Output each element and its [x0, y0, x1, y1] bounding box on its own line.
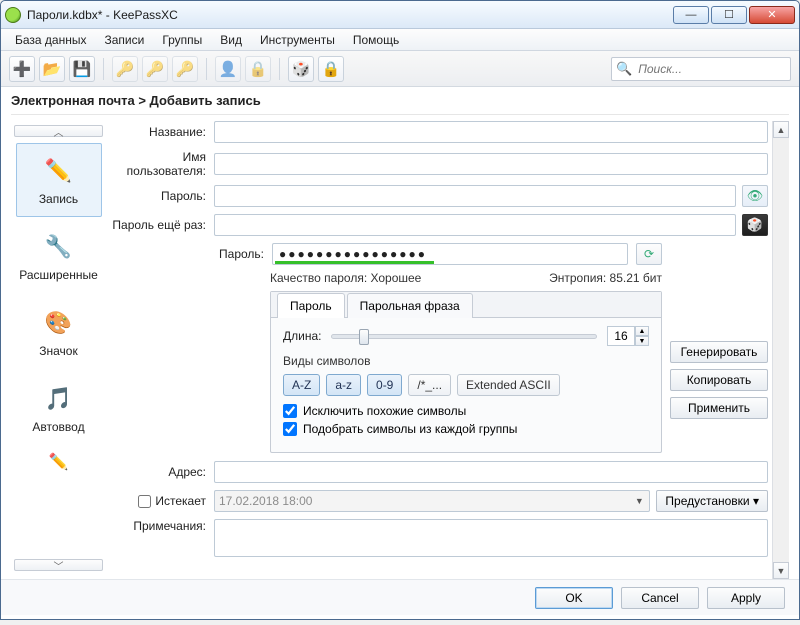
dice-icon: 🎲 — [747, 217, 763, 233]
strength-bar — [275, 261, 434, 264]
show-password-button[interactable]: 👁 — [742, 185, 768, 207]
apply-button[interactable]: Apply — [707, 587, 785, 609]
copy-button[interactable]: Копировать — [670, 369, 768, 391]
pencil-icon: ✏️ — [42, 452, 76, 472]
length-input[interactable] — [607, 326, 635, 346]
generator-button[interactable]: 🎲 — [288, 56, 314, 82]
menu-entries[interactable]: Записи — [96, 31, 152, 49]
cancel-button[interactable]: Cancel — [621, 587, 699, 609]
title-field[interactable] — [214, 121, 768, 143]
gen-password-label: Пароль: — [214, 247, 264, 261]
generate-password-button[interactable]: 🎲 — [742, 214, 768, 236]
notes-field[interactable] — [214, 519, 768, 557]
length-slider[interactable] — [331, 334, 597, 339]
scroll-down[interactable]: ▼ — [773, 562, 789, 579]
scroll-up[interactable]: ▲ — [773, 121, 789, 138]
length-label: Длина: — [283, 329, 321, 343]
search-input[interactable] — [638, 62, 795, 76]
generated-password-field[interactable]: ●●●●●●●●●●●●●●●● — [272, 243, 628, 265]
chevron-down-icon: ▼ — [631, 491, 647, 511]
menu-tools[interactable]: Инструменты — [252, 31, 343, 49]
dialog-footer: OK Cancel Apply — [1, 579, 799, 615]
toggle-digits[interactable]: 0-9 — [367, 374, 402, 396]
ok-button[interactable]: OK — [535, 587, 613, 609]
toggle-special[interactable]: /*_... — [408, 374, 451, 396]
password-label: Пароль: — [106, 189, 214, 203]
url-field[interactable] — [214, 461, 768, 483]
app-icon — [5, 7, 21, 23]
menu-groups[interactable]: Группы — [154, 31, 210, 49]
toggle-extended[interactable]: Extended ASCII — [457, 374, 560, 396]
username-label: Имя пользователя: — [106, 150, 214, 178]
tab-passphrase[interactable]: Парольная фраза — [347, 293, 473, 318]
toggle-upper[interactable]: A-Z — [283, 374, 320, 396]
palette-icon: 🎨 — [42, 306, 76, 340]
pencil-icon: ✏️ — [42, 154, 76, 188]
copy-user-button[interactable]: 👤 — [215, 56, 241, 82]
menu-database[interactable]: База данных — [7, 31, 94, 49]
maximize-button[interactable]: ☐ — [711, 6, 747, 24]
length-up[interactable]: ▲ — [635, 326, 649, 336]
wrench-icon: 🔧 — [42, 230, 76, 264]
entry-form: Название: Имя пользователя: Пароль: 👁 Па… — [106, 121, 772, 579]
exclude-lookalike-label: Исключить похожие символы — [303, 404, 466, 418]
generate-button[interactable]: Генерировать — [670, 341, 768, 363]
edit-entry-button[interactable]: 🔑 — [142, 56, 168, 82]
apply-gen-button[interactable]: Применить — [670, 397, 768, 419]
sidebar-item-icon[interactable]: 🎨 Значок — [16, 295, 102, 369]
lock-button[interactable]: 🔒 — [318, 56, 344, 82]
sidebar-scroll-down[interactable]: ﹀ — [14, 559, 103, 571]
sidebar-scroll-up[interactable]: ︿ — [14, 125, 103, 137]
expires-check[interactable] — [138, 495, 151, 508]
new-entry-button[interactable]: 🔑 — [112, 56, 138, 82]
vertical-scrollbar[interactable]: ▲ ▼ — [772, 121, 789, 579]
sidebar-item-autotype[interactable]: 🎵 Автоввод — [16, 371, 102, 445]
menu-bar: База данных Записи Группы Вид Инструмент… — [1, 29, 799, 51]
presets-button[interactable]: Предустановки ▾ — [656, 490, 768, 512]
sidebar-item-advanced[interactable]: 🔧 Расширенные — [16, 219, 102, 293]
every-group-label: Подобрать символы из каждой группы — [303, 422, 517, 436]
title-label: Название: — [106, 125, 214, 139]
new-db-button[interactable]: ➕ — [9, 56, 35, 82]
menu-view[interactable]: Вид — [212, 31, 250, 49]
save-db-button[interactable]: 💾 — [69, 56, 95, 82]
password-field[interactable] — [214, 185, 736, 207]
entropy-label: Энтропия: 85.21 бит — [549, 271, 662, 285]
minimize-button[interactable]: — — [673, 6, 709, 24]
password-repeat-label: Пароль ещё раз: — [106, 218, 214, 232]
eye-icon: 👁 — [747, 188, 764, 204]
autotype-icon: 🎵 — [42, 382, 76, 416]
length-down[interactable]: ▼ — [635, 336, 649, 346]
breadcrumb: Электронная почта > Добавить запись — [11, 93, 261, 108]
expires-field[interactable]: 17.02.2018 18:00 ▼ — [214, 490, 650, 512]
open-db-button[interactable]: 📂 — [39, 56, 65, 82]
username-field[interactable] — [214, 153, 768, 175]
search-icon: 🔍 — [616, 61, 632, 77]
toggle-lower[interactable]: a-z — [326, 374, 361, 396]
quality-label: Качество пароля: Хорошее — [270, 271, 421, 285]
titlebar: Пароли.kdbx* - KeePassXC — ☐ ✕ — [1, 1, 799, 29]
menu-help[interactable]: Помощь — [345, 31, 407, 49]
exclude-lookalike-check[interactable] — [283, 404, 297, 418]
category-sidebar: ︿ ✏️ Запись 🔧 Расширенные 🎨 Значок 🎵 Авт… — [11, 121, 106, 579]
tab-password[interactable]: Пароль — [277, 293, 345, 318]
toolbar: ➕ 📂 💾 🔑 🔑 🔑 👤 🔒 🎲 🔒 🔍 — [1, 51, 799, 87]
charset-title: Виды символов — [283, 354, 649, 368]
notes-label: Примечания: — [106, 519, 214, 533]
url-label: Адрес: — [106, 465, 214, 479]
copy-pass-button[interactable]: 🔒 — [245, 56, 271, 82]
every-group-check[interactable] — [283, 422, 297, 436]
refresh-icon: ⟳ — [644, 247, 654, 261]
search-box[interactable]: 🔍 — [611, 57, 791, 81]
sidebar-item-more[interactable]: ✏️ — [16, 447, 102, 477]
window-title: Пароли.kdbx* - KeePassXC — [27, 8, 178, 22]
close-button[interactable]: ✕ — [749, 6, 795, 24]
delete-entry-button[interactable]: 🔑 — [172, 56, 198, 82]
regenerate-button[interactable]: ⟳ — [636, 243, 662, 265]
expires-label: Истекает — [155, 494, 206, 508]
sidebar-item-entry[interactable]: ✏️ Запись — [16, 143, 102, 217]
password-repeat-field[interactable] — [214, 214, 736, 236]
